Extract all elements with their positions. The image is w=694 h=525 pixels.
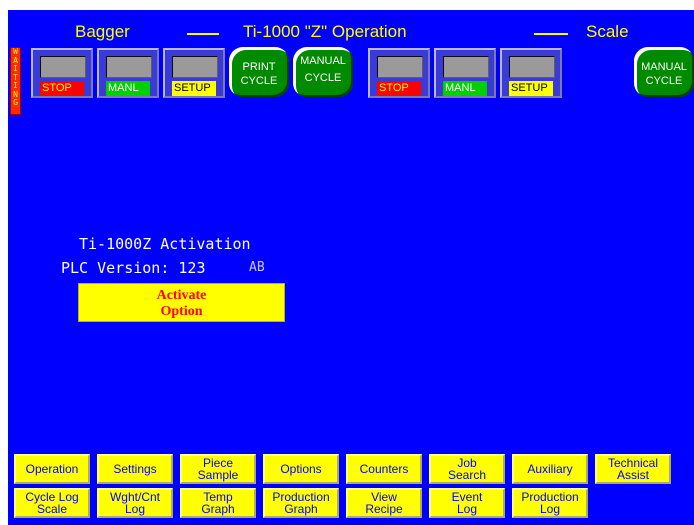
bagger-stop-indicator: [40, 56, 86, 78]
plc-version-label: PLC Version: 123: [61, 259, 206, 277]
title-divider-left: [187, 33, 219, 35]
nav-settings-button[interactable]: Settings: [97, 454, 173, 484]
activation-title: Ti-1000Z Activation: [79, 235, 251, 253]
nav-counters-button[interactable]: Counters: [346, 454, 422, 484]
plc-version-suffix: AB: [249, 260, 265, 275]
bagger-manual-cycle-label-1: MANUAL: [300, 55, 346, 67]
nav-options-button[interactable]: Options: [263, 454, 339, 484]
scale-manual-button[interactable]: MANL: [434, 48, 496, 98]
scale-stop-label: STOP: [377, 81, 421, 96]
operation-title: Ti-1000 "Z" Operation: [243, 22, 407, 41]
scale-manual-indicator: [443, 56, 489, 78]
activate-label-2: Option: [160, 304, 203, 319]
print-cycle-button[interactable]: PRINT CYCLE: [229, 47, 289, 97]
scale-stop-indicator: [377, 56, 423, 78]
bagger-manual-label: MANL: [106, 81, 150, 96]
scale-setup-label: SETUP: [509, 81, 553, 96]
bagger-manual-button[interactable]: MANL: [97, 48, 159, 98]
nav-operation-button[interactable]: Operation: [14, 454, 90, 484]
bagger-setup-label: SETUP: [172, 81, 216, 96]
bagger-manual-indicator: [106, 56, 152, 78]
nav-cycle-log-scale-button[interactable]: Cycle Log Scale: [14, 488, 90, 518]
nav-production-log-button[interactable]: Production Log: [512, 488, 588, 518]
bagger-setup-indicator: [172, 56, 218, 78]
scale-setup-button[interactable]: SETUP: [500, 48, 562, 98]
scale-manual-cycle-label-1: MANUAL: [641, 61, 687, 73]
waiting-letter: G: [13, 98, 18, 107]
print-cycle-label-2: CYCLE: [240, 75, 278, 87]
nav-technical-assist-button[interactable]: Technical Assist: [595, 454, 671, 484]
nav-view-recipe-button[interactable]: View Recipe: [346, 488, 422, 518]
activate-option-button[interactable]: Activate Option: [78, 283, 285, 322]
bagger-title: Bagger: [75, 22, 130, 41]
scale-stop-button[interactable]: STOP: [368, 48, 430, 98]
nav-event-log-button[interactable]: Event Log: [429, 488, 505, 518]
scale-manual-cycle-button[interactable]: MANUAL CYCLE: [634, 47, 694, 97]
print-cycle-label-1: PRINT: [242, 61, 276, 73]
nav-auxiliary-button[interactable]: Auxiliary: [512, 454, 588, 484]
scale-setup-indicator: [509, 56, 555, 78]
scale-manual-cycle-label-2: CYCLE: [645, 75, 683, 87]
title-divider-right: [534, 33, 568, 35]
screen: Bagger Ti-1000 "Z" Operation Scale W A I…: [0, 0, 694, 525]
bagger-stop-label: STOP: [40, 81, 84, 96]
bottom-nav: Operation Settings Piece Sample Options …: [8, 450, 694, 525]
bagger-manual-cycle-button[interactable]: MANUAL CYCLE: [293, 47, 353, 97]
scale-title: Scale: [586, 22, 629, 41]
bagger-stop-button[interactable]: STOP: [31, 48, 93, 98]
bagger-setup-button[interactable]: SETUP: [163, 48, 225, 98]
nav-job-search-button[interactable]: Job Search: [429, 454, 505, 484]
nav-piece-sample-button[interactable]: Piece Sample: [180, 454, 256, 484]
nav-wght-cnt-log-button[interactable]: Wght/Cnt Log: [97, 488, 173, 518]
waiting-indicator: W A I T I N G: [10, 47, 21, 115]
nav-temp-graph-button[interactable]: Temp Graph: [180, 488, 256, 518]
activate-label-1: Activate: [156, 288, 207, 303]
scale-manual-label: MANL: [443, 81, 487, 96]
bagger-manual-cycle-label-2: CYCLE: [304, 72, 342, 84]
nav-production-graph-button[interactable]: Production Graph: [263, 488, 339, 518]
